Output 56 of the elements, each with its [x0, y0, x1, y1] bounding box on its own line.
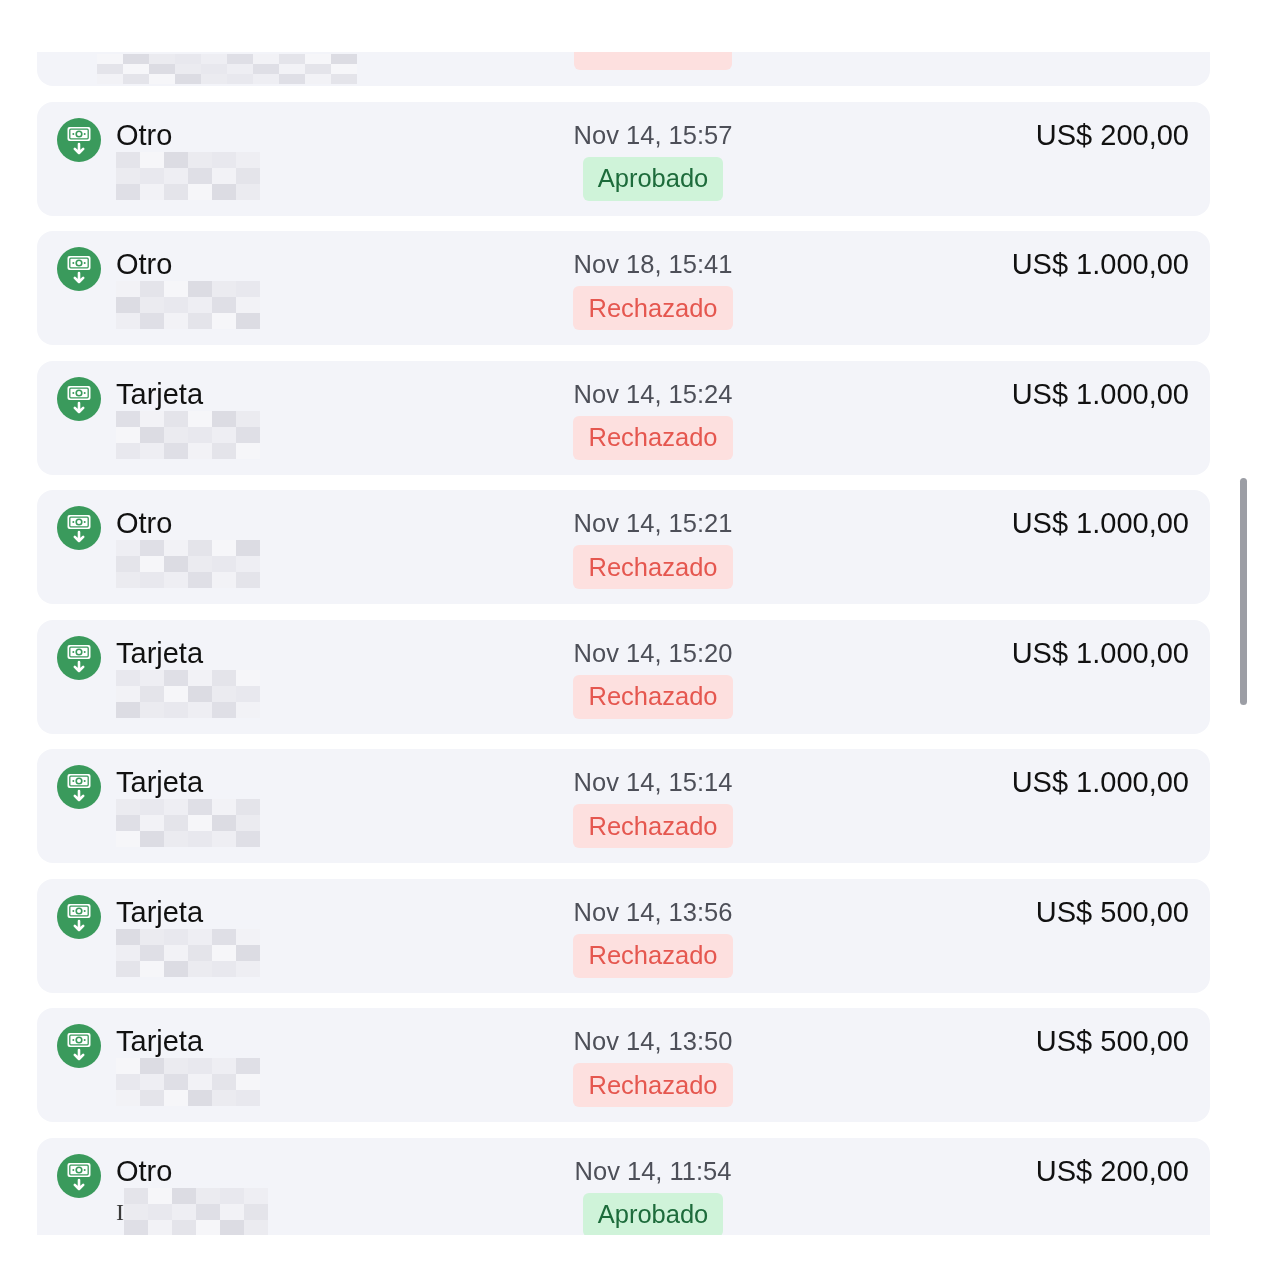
payment-method: Tarjeta [116, 765, 204, 799]
transaction-amount: US$ 1.000,00 [1011, 765, 1189, 799]
transaction-date: Nov 14, 11:54 [574, 1155, 732, 1187]
scrollbar-thumb[interactable] [1240, 478, 1247, 705]
status-badge: Rechazado [573, 286, 733, 330]
cash-deposit-icon [57, 117, 101, 162]
status-badge: Rechazado [573, 415, 733, 460]
cash-deposit-icon [57, 506, 101, 550]
transaction-amount: US$ 200,00 [1035, 117, 1189, 152]
transaction-amount: US$ 500,00 [1035, 1024, 1189, 1058]
transaction-amount: US$ 1.000,00 [1011, 376, 1189, 411]
transaction-card[interactable]: Tarjeta Nov 14, 13:50 Rechazado US$ 500,00 [37, 1008, 1210, 1122]
payment-method: Tarjeta [116, 1024, 204, 1058]
status-badge: Aprobado [582, 156, 724, 201]
transaction-card[interactable]: Tarjeta Nov 14, 15:24 Rechazado US$ 1.000,00 [37, 360, 1210, 475]
transaction-card[interactable]: Otro Nov 14, 15:57 Aprobado US$ 200,00 [37, 101, 1210, 216]
transaction-date: Nov 14, 13:50 [573, 1026, 733, 1057]
transaction-amount: US$ 1.000,00 [1011, 506, 1189, 540]
transaction-amount: US$ 200,00 [1035, 1153, 1189, 1188]
transaction-date: Nov 14, 13:56 [573, 896, 733, 928]
transaction-card[interactable]: Otro I Nov 14, 11:54 Aprobado US$ 200,00 [37, 1137, 1210, 1235]
status-badge: Rechazado [573, 674, 733, 719]
status-badge: Rechazado [573, 545, 733, 589]
status-badge: Rechazado [573, 1063, 733, 1107]
cash-deposit-icon [57, 635, 101, 680]
transaction-card[interactable]: Otro Nov 14, 15:21 Rechazado US$ 1.000,00 [37, 490, 1210, 604]
payment-method: Tarjeta [116, 635, 204, 670]
status-badge: Aprobado [582, 1192, 724, 1235]
cash-deposit-icon [57, 376, 101, 421]
transaction-amount: US$ 1.000,00 [1011, 247, 1189, 281]
transaction-date: Nov 14, 15:24 [573, 378, 733, 410]
cash-deposit-icon [57, 247, 101, 291]
cash-deposit-icon [57, 1024, 101, 1068]
transaction-date: Nov 14, 15:14 [573, 767, 733, 798]
transaction-card[interactable]: Tarjeta Nov 14, 15:20 Rechazado US$ 1.000,00 [37, 619, 1210, 734]
cash-deposit-icon [57, 894, 101, 939]
payment-method: Tarjeta [116, 376, 204, 411]
transaction-card[interactable]: Tarjeta Nov 14, 15:14 Rechazado US$ 1.000,00 [37, 749, 1210, 863]
transaction-date: Nov 14, 15:57 [573, 119, 733, 151]
transaction-date: Nov 14, 15:20 [573, 637, 733, 669]
payment-method: Otro [116, 1153, 173, 1188]
transaction-date: Nov 18, 15:41 [573, 249, 733, 280]
transaction-card[interactable]: Otro Nov 18, 15:41 Rechazado US$ 1.000,00 [37, 231, 1210, 345]
cash-deposit-icon [57, 765, 101, 809]
transaction-amount: US$ 1.000,00 [1011, 635, 1189, 670]
payment-method: Otro [116, 506, 173, 540]
transaction-date: Nov 14, 15:21 [573, 508, 733, 539]
payment-detail: I [116, 1197, 124, 1226]
transaction-amount: US$ 500,00 [1035, 894, 1189, 929]
cash-deposit-icon [57, 1153, 101, 1198]
status-badge: Rechazado [573, 804, 733, 848]
payment-method: Tarjeta [116, 894, 204, 929]
status-badge: Rechazado [573, 933, 733, 978]
payment-method: Otro [116, 117, 173, 152]
payment-method: Otro [116, 247, 173, 281]
transaction-card[interactable]: Tarjeta Nov 14, 13:56 Rechazado US$ 500,00 [37, 878, 1210, 993]
